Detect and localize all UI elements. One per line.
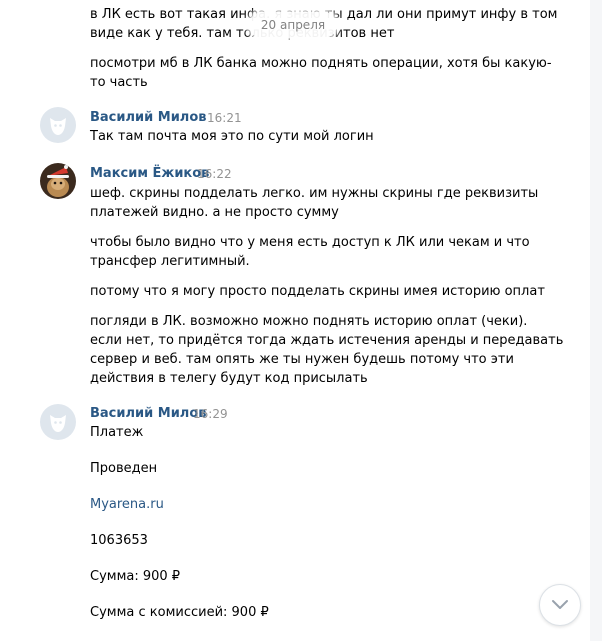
message-text: то часть — [90, 75, 148, 90]
chevron-down-icon — [552, 600, 568, 609]
message-text: Сумма: 900 ₽ — [90, 569, 181, 584]
message-text: шеф. скрины подделать легко. им нужны ск… — [90, 186, 539, 201]
message-text: чтобы было видно что у меня есть доступ … — [90, 235, 530, 250]
avatar[interactable] — [40, 163, 76, 199]
message-text: 1063653 — [90, 533, 148, 548]
avatar[interactable] — [40, 404, 76, 440]
scroll-down-button[interactable] — [539, 584, 581, 626]
user-photo-icon — [40, 163, 76, 199]
message-text: потому что я могу просто подделать скрин… — [90, 284, 545, 299]
message-text: Проведен — [90, 461, 158, 476]
message-text: виде как у тебя. там только реквизитов н… — [90, 26, 395, 41]
message-text: Так там почта моя это по сути мой логин — [90, 129, 374, 144]
message-time[interactable]: 16:21 — [207, 111, 242, 125]
message-text: сервер и веб. там опять же ты нужен буде… — [90, 352, 514, 367]
date-badge: 20 апреля — [249, 12, 337, 38]
message-text: Сумма с комиссией: 900 ₽ — [90, 605, 269, 620]
message-text: трансфер легитимный. — [90, 254, 250, 269]
message-text: платежей видно. а не просто сумму — [90, 205, 339, 220]
default-avatar-icon — [40, 107, 76, 143]
message-text: погляди в ЛК. возможно можно поднять ист… — [90, 314, 528, 329]
message-text: действия в телегу будут код присылать — [90, 371, 368, 386]
author-name[interactable]: Максим Ёжиков — [90, 166, 209, 181]
chat-history: в ЛК есть вот такая инфа. я знаю ты дал … — [0, 0, 591, 641]
message-time[interactable]: 16:29 — [193, 407, 228, 421]
avatar[interactable] — [40, 107, 76, 143]
default-avatar-icon — [40, 404, 76, 440]
message-text: посмотри мб в ЛК банка можно поднять опе… — [90, 56, 552, 71]
message-time[interactable]: 16:22 — [197, 167, 232, 181]
scrollbar-track[interactable] — [590, 0, 602, 641]
author-name[interactable]: Василий Милов — [90, 406, 207, 421]
author-name[interactable]: Василий Милов — [90, 110, 207, 125]
message-text: если нет, то придётся тогда ждать истече… — [90, 333, 564, 348]
message-link[interactable]: Myarena.ru — [90, 495, 164, 514]
message-text: Платеж — [90, 425, 144, 440]
